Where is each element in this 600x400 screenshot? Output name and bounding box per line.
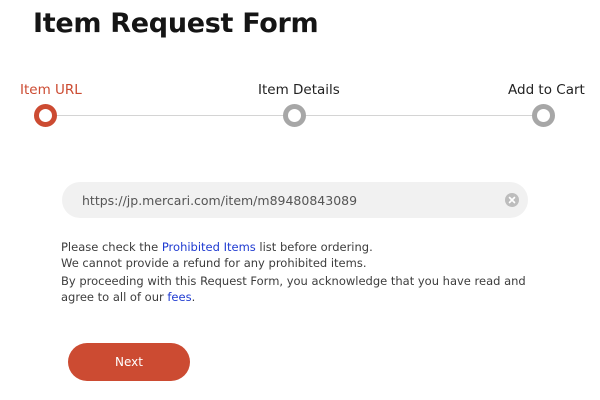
prohibited-items-link[interactable]: Prohibited Items (162, 240, 256, 254)
stepper: Item URL Item Details Add to Cart (0, 80, 600, 132)
notice-text: list before ordering. (255, 240, 373, 254)
notice-text: . (191, 290, 196, 304)
notice-text: Please check the (61, 240, 162, 254)
page-title: Item Request Form (33, 8, 319, 39)
next-button[interactable]: Next (68, 343, 190, 381)
step-indicator-item-url[interactable] (34, 104, 57, 127)
notice-text: By proceeding with this Request Form, yo… (61, 274, 526, 288)
fees-link[interactable]: fees (167, 290, 191, 304)
step-label-item-details[interactable]: Item Details (258, 82, 340, 98)
step-connector (306, 115, 532, 116)
item-url-input[interactable] (82, 182, 492, 218)
step-label-item-url[interactable]: Item URL (20, 82, 82, 98)
step-connector (57, 115, 283, 116)
fees-acknowledgement-notice: By proceeding with this Request Form, yo… (61, 273, 541, 305)
notice-text: We cannot provide a refund for any prohi… (61, 256, 367, 270)
step-indicator-item-details[interactable] (283, 104, 306, 127)
notice-text: agree to all of our (61, 290, 168, 304)
step-label-add-to-cart[interactable]: Add to Cart (508, 82, 585, 98)
item-url-field (62, 182, 528, 218)
prohibited-items-notice: Please check the Prohibited Items list b… (61, 239, 541, 271)
step-indicator-add-to-cart[interactable] (532, 104, 555, 127)
close-circle-icon[interactable] (505, 193, 519, 207)
